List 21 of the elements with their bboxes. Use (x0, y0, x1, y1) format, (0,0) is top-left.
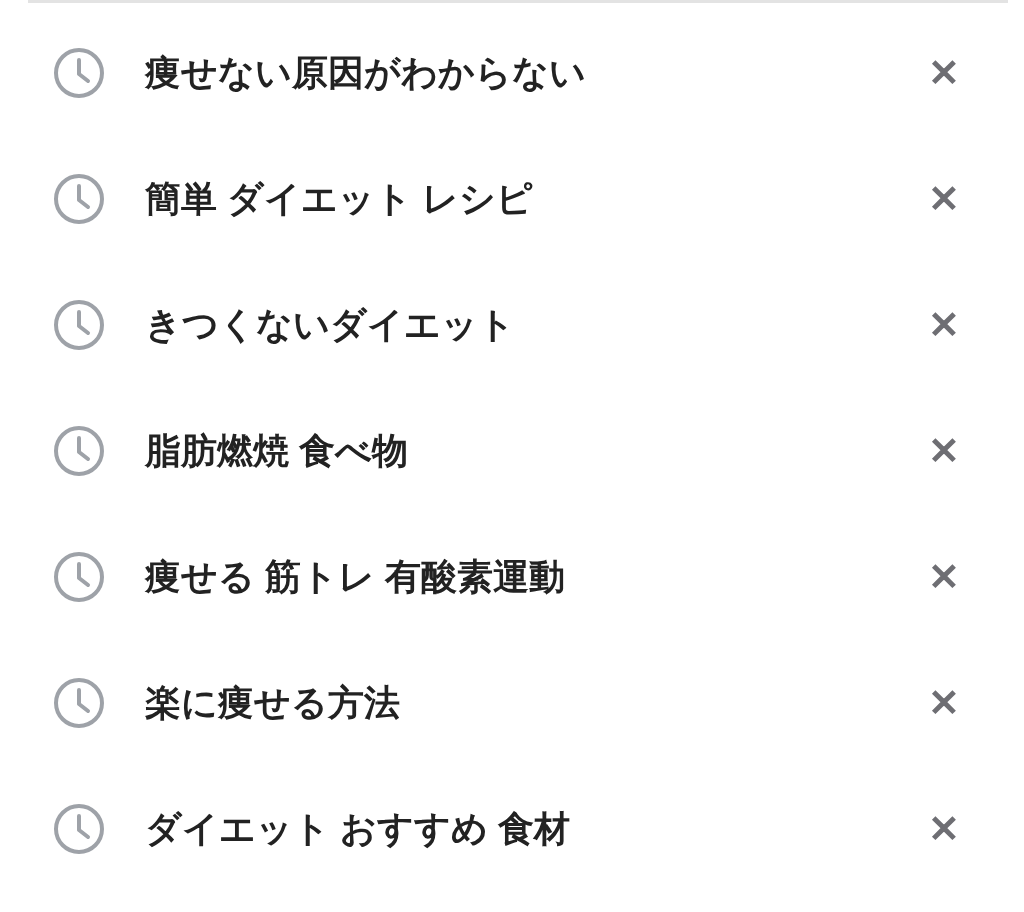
clock-icon (53, 677, 105, 729)
search-history-item[interactable]: きつくないダイエット (145, 298, 920, 352)
remove-button[interactable]: ✕ (920, 54, 968, 92)
remove-button[interactable]: ✕ (920, 684, 968, 722)
clock-icon (53, 173, 105, 225)
search-history-item[interactable]: 痩せない原因がわからない (145, 46, 920, 100)
clock-icon (53, 803, 105, 855)
clock-icon (53, 47, 105, 99)
remove-button[interactable]: ✕ (920, 810, 968, 848)
search-history-item[interactable]: 痩せる 筋トレ 有酸素運動 (145, 550, 920, 604)
remove-button[interactable]: ✕ (920, 558, 968, 596)
search-history-item[interactable]: 楽に痩せる方法 (145, 676, 920, 730)
remove-button[interactable]: ✕ (920, 180, 968, 218)
search-history-item[interactable]: 脂肪燃焼 食べ物 (145, 424, 920, 478)
search-history-item[interactable]: ダイエット おすすめ 食材 (145, 802, 920, 856)
clock-icon (53, 425, 105, 477)
remove-button[interactable]: ✕ (920, 432, 968, 470)
remove-button[interactable]: ✕ (920, 306, 968, 344)
search-history-item[interactable]: 簡単 ダイエット レシピ (145, 172, 920, 226)
clock-icon (53, 551, 105, 603)
clock-icon (53, 299, 105, 351)
